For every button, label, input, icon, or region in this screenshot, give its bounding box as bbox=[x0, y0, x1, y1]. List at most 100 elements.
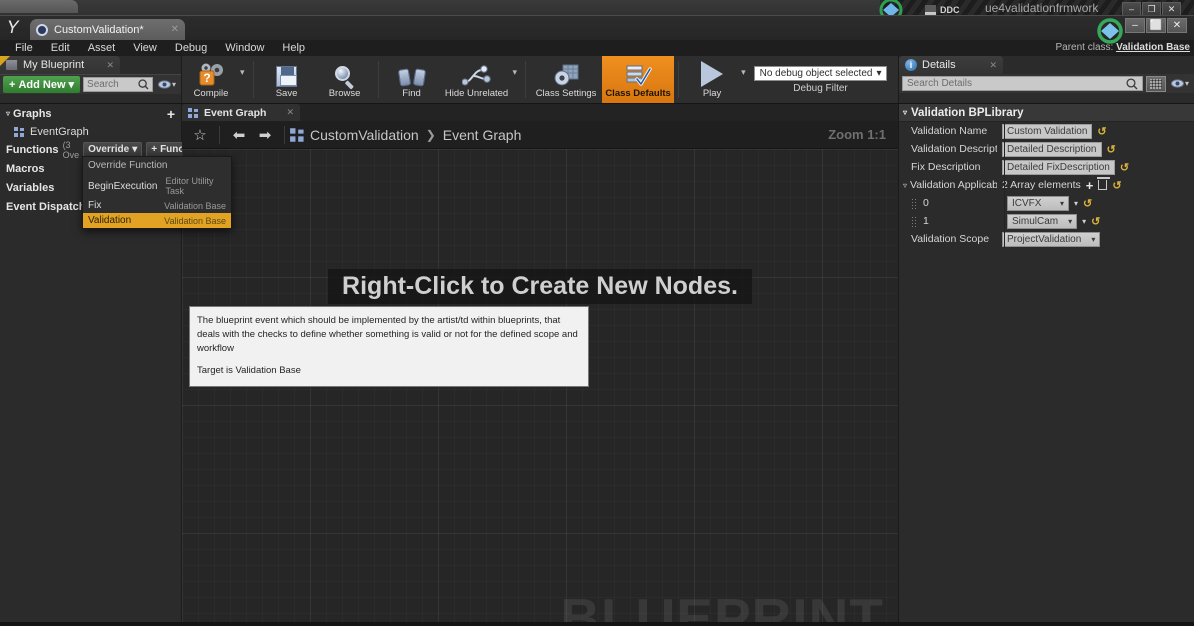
compile-button[interactable]: ? Compile bbox=[182, 56, 240, 103]
revert-icon[interactable]: ↺ bbox=[1091, 215, 1100, 228]
array-clear-icon[interactable] bbox=[1097, 177, 1111, 190]
property-row-validation-description: Validation Description Detailed Descript… bbox=[899, 140, 1194, 158]
drag-handle-icon[interactable] bbox=[911, 215, 917, 227]
details-search-input[interactable]: Search Details bbox=[902, 76, 1143, 91]
eye-icon bbox=[157, 80, 171, 89]
minimize-button[interactable]: – bbox=[1125, 18, 1145, 33]
menu-debug[interactable]: Debug bbox=[166, 40, 216, 56]
search-icon bbox=[138, 79, 149, 90]
element-options-icon[interactable]: ▾ bbox=[1074, 199, 1078, 208]
details-visibility-button[interactable]: ▾ bbox=[1169, 79, 1191, 88]
property-row-fix-description: Fix Description Detailed FixDescription … bbox=[899, 158, 1194, 176]
array-count-label: 2 Array elements bbox=[1002, 179, 1081, 191]
close-button[interactable]: ✕ bbox=[1167, 18, 1187, 33]
graphs-add-icon[interactable]: + bbox=[167, 107, 175, 121]
bg-minimize-button[interactable]: – bbox=[1122, 2, 1141, 16]
array-label-cell[interactable]: ▿ Validation Applicable W bbox=[899, 179, 997, 191]
tab-event-graph[interactable]: Event Graph ✕ bbox=[182, 104, 300, 121]
navigate-forward-icon[interactable]: ➡ bbox=[253, 123, 277, 147]
dropdown-item-beginexecution[interactable]: BeginExecution Editor Utility Task bbox=[83, 174, 231, 198]
visibility-options-button[interactable]: ▾ bbox=[156, 80, 178, 89]
class-settings-button[interactable]: Class Settings bbox=[530, 56, 602, 103]
tree-item-eventgraph[interactable]: EventGraph bbox=[0, 123, 181, 140]
bg-maximize-button[interactable]: ❐ bbox=[1142, 2, 1161, 16]
element-options-icon[interactable]: ▾ bbox=[1082, 217, 1086, 226]
add-new-caret-icon: ▾ bbox=[68, 79, 75, 91]
compile-dropdown-caret[interactable]: ▾ bbox=[240, 56, 249, 103]
bg-close-button[interactable]: ✕ bbox=[1162, 2, 1181, 16]
override-caret-icon: ▾ bbox=[132, 144, 138, 155]
breadcrumb-leaf[interactable]: Event Graph bbox=[443, 127, 522, 143]
array-index-label: 0 bbox=[923, 197, 929, 209]
revert-icon[interactable]: ↺ bbox=[1120, 161, 1129, 174]
functions-count: (3 Ove bbox=[62, 139, 80, 160]
workflow-select-1[interactable]: SimulCam ▾ bbox=[1007, 213, 1078, 229]
override-button[interactable]: Override ▾ bbox=[83, 142, 143, 157]
add-new-plus-icon: + bbox=[9, 78, 16, 91]
chevron-down-icon: ▾ bbox=[1091, 234, 1096, 244]
hide-unrelated-dropdown-caret[interactable]: ▾ bbox=[513, 56, 522, 103]
graph-tab-close-icon[interactable]: ✕ bbox=[286, 107, 294, 118]
dropdown-item-source: Validation Base bbox=[164, 215, 226, 226]
column-divider bbox=[1004, 212, 1005, 230]
play-dropdown-caret[interactable]: ▾ bbox=[741, 56, 750, 103]
menu-asset[interactable]: Asset bbox=[79, 40, 125, 56]
menu-view[interactable]: View bbox=[124, 40, 166, 56]
property-value-cell: ProjectValidation ▾ bbox=[997, 231, 1194, 247]
validation-name-input[interactable]: Custom Validation bbox=[1002, 123, 1093, 139]
asset-tab-customvalidation[interactable]: CustomValidation* ✕ bbox=[30, 19, 185, 40]
find-button[interactable]: Find bbox=[383, 56, 441, 103]
column-divider bbox=[1004, 194, 1005, 212]
menu-file[interactable]: File bbox=[6, 40, 42, 56]
bookmark-star-icon[interactable]: ☆ bbox=[188, 123, 212, 147]
maximize-button[interactable]: ⬜ bbox=[1146, 18, 1166, 33]
graph-canvas[interactable]: Right-Click to Create New Nodes. BLUEPRI… bbox=[182, 149, 898, 626]
details-tab-label: Details bbox=[922, 59, 956, 71]
revert-icon[interactable]: ↺ bbox=[1097, 125, 1106, 138]
details-category-validation-bplibrary[interactable]: ▿ Validation BPLibrary bbox=[899, 104, 1194, 122]
class-defaults-button[interactable]: Class Defaults bbox=[602, 56, 675, 103]
dropdown-item-validation[interactable]: Validation Validation Base bbox=[83, 213, 231, 228]
workflow-value: ICVFX bbox=[1012, 197, 1042, 209]
revert-icon[interactable]: ↺ bbox=[1107, 143, 1116, 156]
background-window-tab[interactable] bbox=[0, 0, 78, 13]
array-value-cell: SimulCam ▾ ▾ ↺ bbox=[1002, 213, 1194, 229]
browse-button[interactable]: Browse bbox=[316, 56, 374, 103]
save-button[interactable]: Save bbox=[258, 56, 316, 103]
drag-handle-icon[interactable] bbox=[911, 197, 917, 209]
navigate-back-icon[interactable]: ⬅ bbox=[227, 123, 251, 147]
property-row-validation-scope: Validation Scope ProjectValidation ▾ bbox=[899, 230, 1194, 248]
revert-icon[interactable]: ↺ bbox=[1083, 197, 1092, 210]
my-blueprint-search-input[interactable]: Search bbox=[83, 77, 153, 92]
menu-edit[interactable]: Edit bbox=[42, 40, 79, 56]
menu-window[interactable]: Window bbox=[216, 40, 273, 56]
details-tab-close-icon[interactable]: ✕ bbox=[989, 60, 997, 71]
parent-class-link[interactable]: Validation Base bbox=[1116, 42, 1190, 53]
section-graphs[interactable]: ▿ Graphs + bbox=[0, 104, 181, 123]
graphs-caret-icon: ▿ bbox=[6, 109, 11, 118]
validation-scope-select[interactable]: ProjectValidation ▾ bbox=[1002, 231, 1101, 247]
save-label: Save bbox=[275, 87, 298, 99]
play-button[interactable]: Play bbox=[683, 56, 741, 103]
fix-description-input[interactable]: Detailed FixDescription bbox=[1002, 159, 1115, 175]
menu-help[interactable]: Help bbox=[273, 40, 314, 56]
asset-tab-close-icon[interactable]: ✕ bbox=[171, 24, 179, 35]
breadcrumb-root[interactable]: CustomValidation bbox=[310, 127, 419, 143]
tab-details[interactable]: i Details ✕ bbox=[899, 56, 1003, 74]
add-new-button[interactable]: + Add New ▾ bbox=[3, 76, 81, 93]
toolbar-corner-marker bbox=[0, 56, 10, 66]
dropdown-item-name: Validation bbox=[88, 215, 132, 226]
details-grid-view-button[interactable] bbox=[1145, 75, 1166, 92]
property-label: Fix Description bbox=[911, 161, 981, 173]
my-blueprint-panel: ▿ Graphs + EventGraph Functions (3 Ove O… bbox=[0, 104, 232, 626]
workflow-select-0[interactable]: ICVFX ▾ bbox=[1007, 195, 1069, 211]
validation-description-input[interactable]: Detailed Description bbox=[1002, 141, 1102, 157]
revert-icon[interactable]: ↺ bbox=[1112, 179, 1121, 192]
tab-my-blueprint[interactable]: My Blueprint ✕ bbox=[0, 56, 120, 74]
array-add-element-icon[interactable]: + bbox=[1086, 179, 1094, 192]
dropdown-item-fix[interactable]: Fix Validation Base bbox=[83, 198, 231, 213]
hide-unrelated-button[interactable]: Hide Unrelated bbox=[441, 56, 513, 103]
debug-object-select[interactable]: No debug object selected ▾ bbox=[753, 65, 888, 81]
search-icon bbox=[1126, 77, 1138, 89]
my-blueprint-tab-close-icon[interactable]: ✕ bbox=[106, 60, 114, 71]
